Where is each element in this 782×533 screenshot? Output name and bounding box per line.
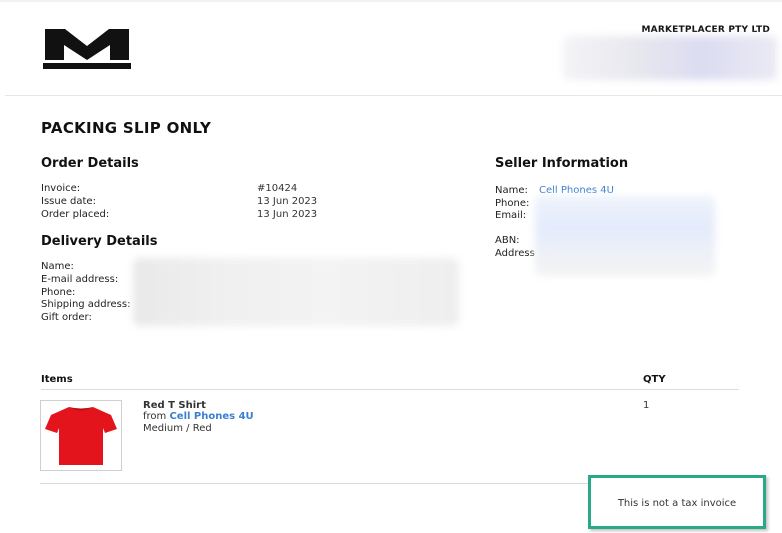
tax-invoice-note: This is not a tax invoice bbox=[617, 498, 737, 509]
order-placed-label: Order placed: bbox=[41, 209, 110, 220]
seller-abn-label: ABN: bbox=[495, 235, 520, 246]
product-seller-link[interactable]: Cell Phones 4U bbox=[169, 411, 253, 422]
redacted-delivery-details bbox=[133, 258, 459, 326]
seller-email-label: Email: bbox=[495, 210, 527, 221]
product-qty: 1 bbox=[643, 400, 650, 411]
redacted-seller-details bbox=[535, 196, 715, 276]
order-placed-value: 13 Jun 2023 bbox=[257, 209, 318, 220]
redacted-company-address bbox=[563, 36, 777, 80]
from-label: from bbox=[143, 411, 167, 422]
invoice-label: Invoice: bbox=[41, 183, 81, 194]
issue-date-label: Issue date: bbox=[41, 196, 96, 207]
items-header-divider bbox=[41, 389, 739, 390]
top-border bbox=[0, 0, 782, 2]
delivery-name-label: Name: bbox=[41, 261, 74, 272]
items-column-header: Items bbox=[41, 374, 73, 385]
product-seller-line: from Cell Phones 4U bbox=[143, 411, 254, 422]
product-thumbnail bbox=[40, 400, 122, 471]
invoice-value: #10424 bbox=[257, 183, 298, 194]
seller-name-label: Name: bbox=[495, 185, 528, 196]
seller-phone-label: Phone: bbox=[495, 198, 530, 209]
issue-date-value: 13 Jun 2023 bbox=[257, 196, 318, 207]
order-details-heading: Order Details bbox=[41, 156, 139, 171]
product-name: Red T Shirt bbox=[143, 400, 206, 411]
company-name: MARKETPLACER PTY LTD bbox=[641, 25, 770, 35]
gift-order-label: Gift order: bbox=[41, 312, 92, 323]
red-tshirt-image bbox=[45, 407, 117, 465]
delivery-phone-label: Phone: bbox=[41, 287, 76, 298]
seller-address-label: Address bbox=[495, 248, 535, 259]
tax-invoice-note-box: This is not a tax invoice bbox=[588, 475, 766, 529]
header-divider bbox=[5, 95, 782, 96]
seller-information-heading: Seller Information bbox=[495, 156, 629, 171]
seller-name-link[interactable]: Cell Phones 4U bbox=[539, 185, 614, 196]
shipping-address-label: Shipping address: bbox=[41, 299, 131, 310]
qty-column-header: QTY bbox=[643, 374, 666, 385]
product-variant: Medium / Red bbox=[143, 423, 212, 434]
page-title: PACKING SLIP ONLY bbox=[41, 119, 212, 137]
marketplacer-logo bbox=[43, 29, 131, 69]
delivery-details-heading: Delivery Details bbox=[41, 234, 158, 249]
delivery-email-label: E-mail address: bbox=[41, 274, 119, 285]
